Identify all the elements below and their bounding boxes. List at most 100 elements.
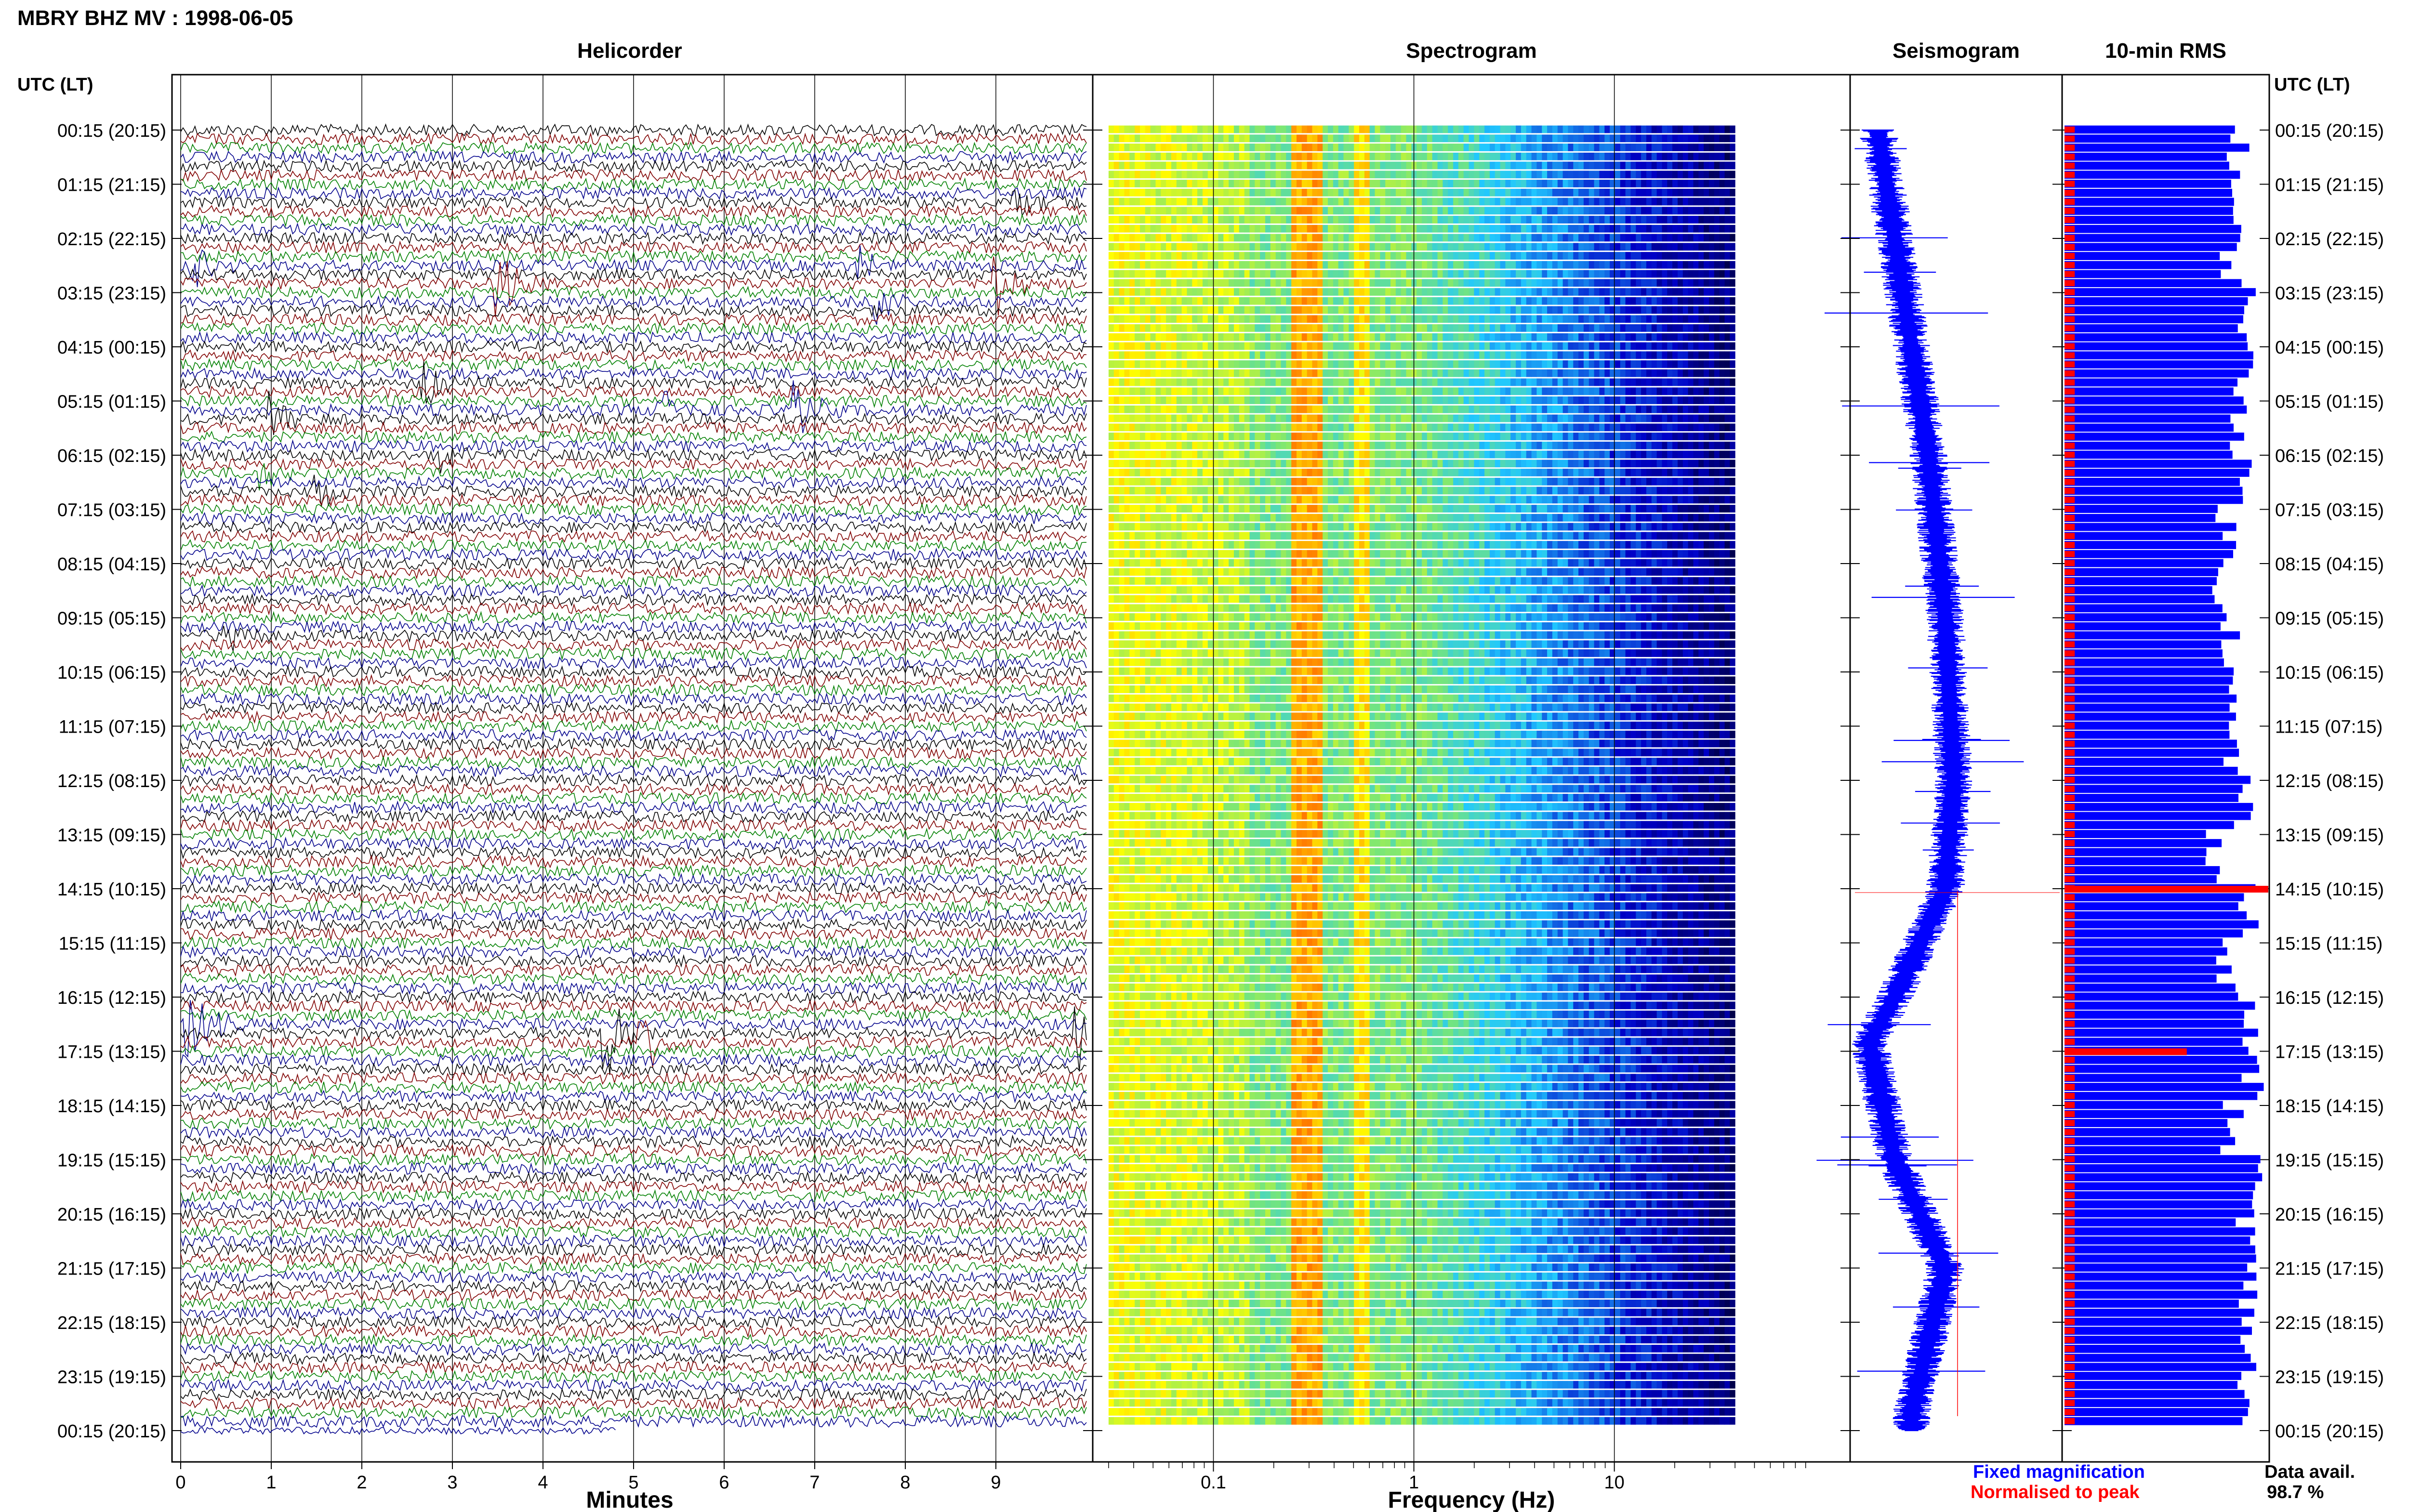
spectrogram-cell bbox=[1234, 270, 1240, 278]
spectrogram-cell bbox=[1239, 315, 1245, 323]
spectrogram-cell bbox=[1489, 180, 1496, 187]
spectrogram-cell bbox=[1557, 387, 1563, 395]
spectrogram-cell bbox=[1698, 460, 1704, 468]
spectrogram-cell bbox=[1615, 369, 1621, 377]
spectrogram-cell bbox=[1249, 396, 1255, 404]
spectrogram-cell bbox=[1150, 486, 1156, 495]
spectrogram-cell bbox=[1704, 351, 1709, 359]
spectrogram-cell bbox=[1500, 469, 1506, 476]
spectrogram-cell bbox=[1234, 261, 1240, 269]
spectrogram-cell bbox=[1562, 216, 1568, 224]
spectrogram-cell bbox=[1479, 351, 1485, 359]
spectrogram-cell bbox=[1255, 315, 1260, 323]
spectrogram-cell bbox=[1479, 224, 1485, 233]
spectrogram-cell bbox=[1562, 378, 1568, 386]
spectrogram-cell bbox=[1646, 134, 1652, 143]
spectrogram-cell bbox=[1218, 224, 1224, 233]
spectrogram-cell bbox=[1260, 469, 1266, 476]
spectrogram-cell bbox=[1176, 161, 1182, 170]
spectrogram-cell bbox=[1291, 315, 1297, 323]
spectrogram-cell bbox=[1521, 224, 1527, 233]
spectrogram-cell bbox=[1359, 423, 1365, 432]
spectrogram-cell bbox=[1207, 360, 1214, 368]
spectrogram-cell bbox=[1620, 433, 1626, 440]
spectrogram-cell bbox=[1234, 433, 1240, 440]
spectrogram-cell bbox=[1636, 207, 1641, 215]
spectrogram-cell bbox=[1207, 423, 1214, 432]
spectrogram-cell bbox=[1281, 234, 1286, 242]
spectrogram-cell bbox=[1223, 469, 1229, 476]
spectrogram-cell bbox=[1213, 279, 1218, 287]
spectrogram-cell bbox=[1354, 433, 1360, 440]
spectrogram-cell bbox=[1510, 243, 1516, 251]
spectrogram-cell bbox=[1604, 306, 1610, 314]
spectrogram-cell bbox=[1714, 333, 1720, 341]
spectrogram-cell bbox=[1155, 378, 1161, 386]
spectrogram-cell bbox=[1338, 144, 1344, 151]
spectrogram-cell bbox=[1489, 188, 1496, 197]
spectrogram-cell bbox=[1390, 460, 1396, 468]
spectrogram-cell bbox=[1416, 414, 1422, 422]
spectrogram-cell bbox=[1646, 297, 1652, 305]
spectrogram-cell bbox=[1656, 216, 1662, 224]
spectrogram-cell bbox=[1203, 207, 1208, 215]
spectrogram-cell bbox=[1270, 441, 1276, 449]
spectrogram-cell bbox=[1719, 216, 1725, 224]
spectrogram-cell bbox=[1307, 315, 1313, 323]
spectrogram-cell bbox=[1469, 152, 1474, 160]
spectrogram-cell bbox=[1145, 351, 1151, 359]
spectrogram-cell bbox=[1234, 441, 1240, 449]
spectrogram-cell bbox=[1531, 144, 1537, 151]
spectrogram-cell bbox=[1495, 342, 1501, 350]
spectrogram-cell bbox=[1521, 125, 1527, 133]
spectrogram-cell bbox=[1213, 360, 1218, 368]
spectrogram-cell bbox=[1604, 369, 1610, 377]
spectrogram-cell bbox=[1207, 171, 1214, 179]
spectrogram-cell bbox=[1364, 270, 1370, 278]
spectrogram-cell bbox=[1594, 234, 1600, 242]
spectrogram-cell bbox=[1239, 152, 1245, 160]
spectrogram-cell bbox=[1270, 261, 1276, 269]
spectrogram-cell bbox=[1354, 144, 1360, 151]
helicorder-plot: 0123456789 bbox=[175, 75, 1087, 1493]
spectrogram-cell bbox=[1557, 224, 1563, 233]
spectrogram-cell bbox=[1297, 315, 1302, 323]
spectrogram-cell bbox=[1578, 279, 1584, 287]
spectrogram-cell bbox=[1604, 152, 1610, 160]
spectrogram-cell bbox=[1463, 243, 1469, 251]
spectrogram-cell bbox=[1458, 188, 1464, 197]
spectrogram-cell bbox=[1568, 207, 1574, 215]
spectrogram-cell bbox=[1395, 315, 1402, 323]
spectrogram-cell bbox=[1724, 197, 1730, 206]
spectrogram-cell bbox=[1448, 378, 1454, 386]
spectrogram-cell bbox=[1709, 360, 1715, 368]
spectrogram-cell bbox=[1484, 171, 1490, 179]
spectrogram-cell bbox=[1588, 441, 1595, 449]
spectrogram-cell bbox=[1171, 414, 1177, 422]
spectrogram-cell bbox=[1395, 288, 1402, 296]
spectrogram-cell bbox=[1510, 207, 1516, 215]
spectrogram-cell bbox=[1312, 144, 1318, 151]
spectrogram-cell bbox=[1140, 252, 1146, 260]
spectrogram-cell bbox=[1630, 180, 1636, 187]
spectrogram-cell bbox=[1343, 378, 1349, 386]
spectrogram-cell bbox=[1489, 433, 1496, 440]
spectrogram-cell bbox=[1218, 423, 1224, 432]
spectrogram-cell bbox=[1203, 396, 1208, 404]
spectrogram-cell bbox=[1333, 180, 1339, 187]
spectrogram-cell bbox=[1599, 288, 1605, 296]
spectrogram-cell bbox=[1286, 396, 1292, 404]
spectrogram-cell bbox=[1333, 433, 1339, 440]
spectrogram-cell bbox=[1249, 125, 1255, 133]
spectrogram-cell bbox=[1297, 161, 1302, 170]
spectrogram-cell bbox=[1453, 125, 1459, 133]
spectrogram-cell bbox=[1181, 486, 1187, 495]
spectrogram-cell bbox=[1328, 180, 1334, 187]
spectrogram-cell bbox=[1484, 270, 1490, 278]
spectrogram-cell bbox=[1317, 171, 1323, 179]
spectrogram-cell bbox=[1463, 288, 1469, 296]
spectrogram-cell bbox=[1260, 396, 1266, 404]
minute-tick-label: 0 bbox=[175, 1473, 185, 1493]
spectrogram-cell bbox=[1369, 224, 1376, 233]
spectrogram-cell bbox=[1181, 197, 1187, 206]
